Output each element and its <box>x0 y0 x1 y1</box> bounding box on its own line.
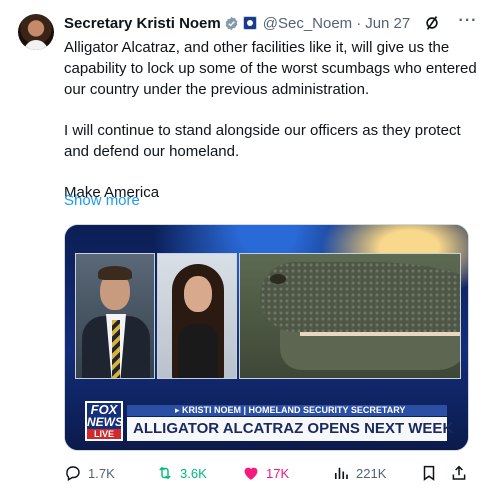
repost-count: 3.6K <box>180 465 207 481</box>
logo-line-3: LIVE <box>87 429 121 439</box>
repost-icon <box>159 466 171 480</box>
video-thumbnail[interactable]: FOX NEWS LIVE ▸ KRISTI NOEM | HOMELAND S… <box>64 224 469 451</box>
government-badge-icon <box>242 16 257 30</box>
tweet-paragraph-2: I will continue to stand alongside our o… <box>64 122 461 160</box>
bookmark-icon <box>423 465 435 481</box>
reply-icon <box>66 466 80 482</box>
host-video-panel <box>75 253 155 379</box>
verified-badge-icon <box>225 16 238 30</box>
tweet-text: Alligator Alcatraz, and other facilities… <box>64 37 479 203</box>
alligator-image <box>239 253 461 379</box>
author-handle[interactable]: @Sec_Noem <box>263 15 352 32</box>
share-button[interactable] <box>450 460 474 486</box>
repost-button[interactable]: 3.6K <box>156 460 207 486</box>
like-button[interactable]: 17K <box>242 460 289 486</box>
share-icon <box>452 465 466 480</box>
like-count: 17K <box>266 465 290 481</box>
logo-line-2: NEWS <box>87 415 123 429</box>
grok-icon[interactable] <box>423 14 441 32</box>
separator: · <box>356 14 362 32</box>
tweet-header: Secretary Kristi Noem @Sec_Noem · Jun 27… <box>64 12 479 34</box>
tweet: Secretary Kristi Noem @Sec_Noem · Jun 27… <box>0 0 495 500</box>
reply-button[interactable]: 1.7K <box>64 460 115 486</box>
avatar[interactable] <box>18 14 54 50</box>
chyron-headline: ALLIGATOR ALCATRAZ OPENS NEXT WEEK <box>127 417 453 441</box>
author-name[interactable]: Secretary Kristi Noem <box>64 15 221 32</box>
views-button[interactable]: 221K <box>332 460 386 486</box>
view-count: 221K <box>356 465 387 481</box>
reply-count: 1.7K <box>88 465 115 481</box>
bookmark-button[interactable] <box>420 460 444 486</box>
heart-icon <box>244 467 258 480</box>
more-icon[interactable]: ··· <box>457 12 479 34</box>
fox-news-logo: FOX NEWS LIVE <box>85 401 123 441</box>
tweet-paragraph-1: Alligator Alcatraz, and other facilities… <box>64 39 477 98</box>
views-icon <box>334 467 348 479</box>
timestamp[interactable]: Jun 27 <box>365 15 410 32</box>
action-bar: 1.7K 3.6K 17K 221K <box>64 460 470 486</box>
show-more-link[interactable]: Show more <box>64 192 140 209</box>
guest-video-panel <box>157 253 237 379</box>
chyron-subtitle: ▸ KRISTI NOEM | HOMELAND SECURITY SECRET… <box>127 405 447 416</box>
